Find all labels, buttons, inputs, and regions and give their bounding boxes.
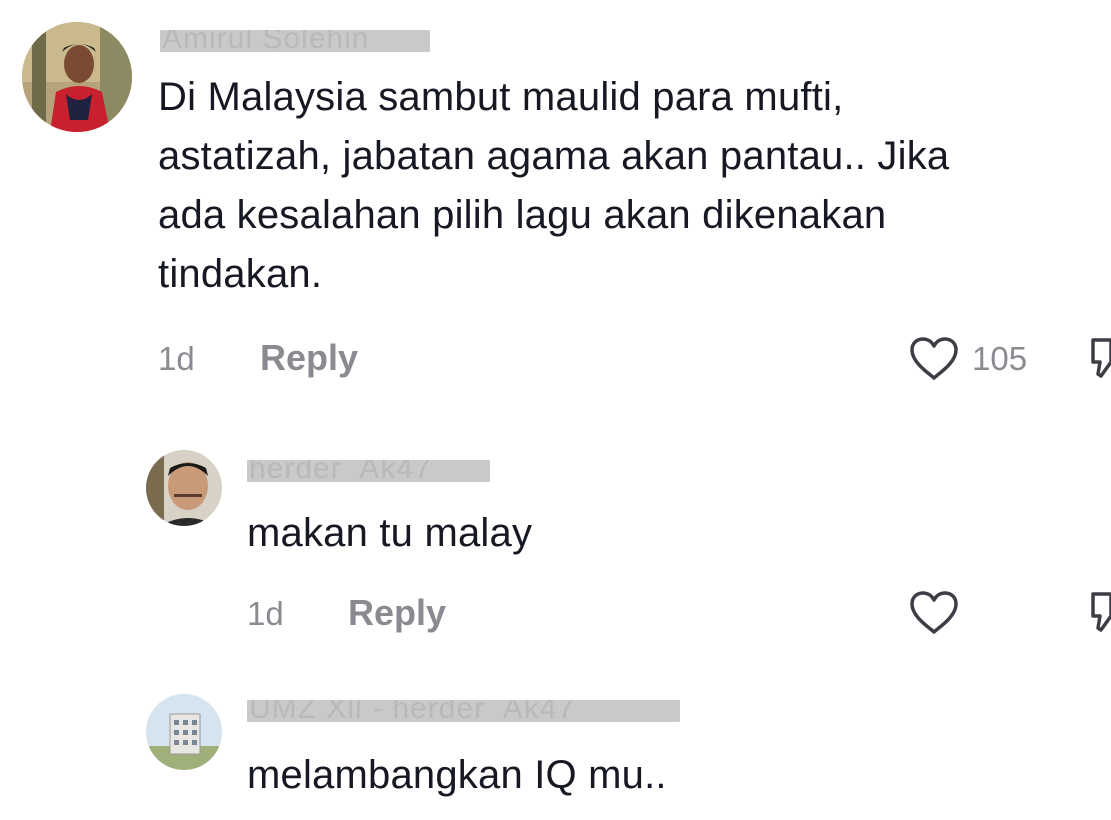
- like-heart-icon[interactable]: [908, 336, 960, 382]
- reply-time: 1d: [247, 595, 284, 632]
- profile-photo-icon: [22, 22, 132, 132]
- comment-username-redacted[interactable]: Amirul Solehin: [160, 30, 430, 52]
- comment-time: 1d: [158, 340, 195, 377]
- comment-avatar[interactable]: [22, 22, 132, 132]
- reply-username-redacted[interactable]: herder_Ak47: [247, 460, 490, 482]
- dislike-icon[interactable]: [1087, 588, 1111, 634]
- reply-username-redacted[interactable]: UMZ Xll - herder_Ak47: [247, 700, 680, 722]
- profile-photo-icon: [146, 694, 222, 770]
- profile-photo-icon: [146, 450, 222, 526]
- like-heart-icon[interactable]: [908, 590, 960, 636]
- username-text: herder_Ak47: [249, 460, 432, 482]
- like-count: 105: [972, 340, 1028, 377]
- username-text: Amirul Solehin: [162, 30, 370, 52]
- reply-text: makan tu malay: [247, 511, 533, 555]
- reply-button[interactable]: Reply: [260, 337, 358, 379]
- comments-section: Amirul Solehin Di Malaysia sambut maulid…: [0, 0, 1111, 820]
- reply-avatar[interactable]: [146, 694, 222, 770]
- reply-button[interactable]: Reply: [348, 592, 446, 634]
- username-text: UMZ Xll - herder_Ak47: [249, 700, 576, 722]
- dislike-icon[interactable]: [1087, 334, 1111, 380]
- reply-text: melambangkan IQ mu..: [247, 753, 667, 797]
- comment-text: Di Malaysia sambut maulid para mufti, as…: [158, 75, 950, 296]
- reply-avatar[interactable]: [146, 450, 222, 526]
